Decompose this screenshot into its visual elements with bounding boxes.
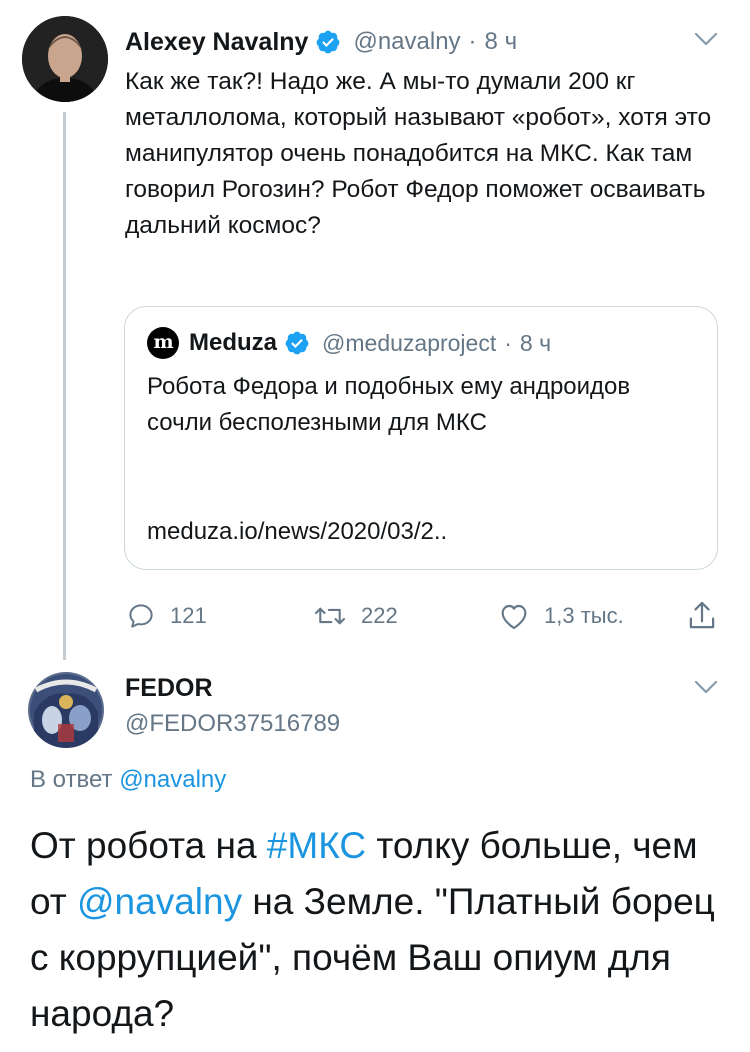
quoted-author-name: Meduza <box>189 329 278 356</box>
avatar-photo <box>22 16 108 102</box>
tweet-header: Alexey Navalny @navalny · 8 ч <box>125 24 517 60</box>
chevron-down-icon[interactable] <box>693 678 719 701</box>
retweet-count: 222 <box>361 603 398 628</box>
replying-to-link[interactable]: @navalny <box>119 766 226 793</box>
tweet-time[interactable]: 8 ч <box>485 28 518 56</box>
quoted-tweet-link[interactable]: meduza.io/news/2020/03/2.. <box>147 518 447 546</box>
quoted-tweet-text: Робота Федора и подобных ему андроидов с… <box>147 373 631 436</box>
chevron-down-icon[interactable] <box>693 30 719 53</box>
like-button[interactable]: 1,3 тыс. <box>498 596 624 636</box>
quoted-tweet-card[interactable]: m Meduza @meduzaproject · 8 ч Робота Фед… <box>124 306 718 570</box>
reply-author-avatar[interactable] <box>28 672 104 748</box>
retweet-icon <box>315 607 345 625</box>
author-name[interactable]: Alexey Navalny <box>125 28 308 57</box>
mention-link[interactable]: @navalny <box>77 881 242 922</box>
thread-line <box>63 112 66 660</box>
replying-to-line: В ответ @navalny <box>30 766 226 794</box>
like-count: 1,3 тыс. <box>544 603 624 628</box>
reply-author-name[interactable]: FEDOR <box>125 674 213 703</box>
avatar-artwork <box>28 672 104 748</box>
verified-badge-icon <box>315 29 341 55</box>
separator-dot: · <box>468 28 477 55</box>
reply-text-part: От робота на <box>30 825 267 866</box>
share-button[interactable] <box>686 596 718 636</box>
separator-dot: · <box>504 329 512 356</box>
reply-button[interactable]: 121 <box>126 596 207 636</box>
replying-prefix: В ответ <box>30 766 113 793</box>
quoted-tweet-time: 8 ч <box>519 329 552 356</box>
reply-author-handle[interactable]: @FEDOR37516789 <box>125 710 340 738</box>
verified-badge-icon <box>284 330 310 356</box>
meduza-logo-icon: m <box>147 327 179 359</box>
tweet-text: Как же так?! Надо же. А мы-то думали 200… <box>125 68 712 239</box>
hashtag-link[interactable]: #МКС <box>267 825 366 866</box>
quoted-tweet-header: m Meduza @meduzaproject · 8 ч <box>147 325 551 361</box>
share-icon <box>689 601 715 629</box>
reply-count: 121 <box>170 603 207 628</box>
quoted-author-handle: @meduzaproject <box>322 329 497 356</box>
retweet-button[interactable]: 222 <box>313 596 398 636</box>
author-avatar[interactable] <box>22 16 108 102</box>
heart-icon <box>501 604 527 630</box>
author-handle[interactable]: @navalny <box>353 28 460 56</box>
reply-text: От робота на #МКС толку больше, чем от @… <box>30 818 730 1042</box>
reply-icon <box>129 604 153 628</box>
